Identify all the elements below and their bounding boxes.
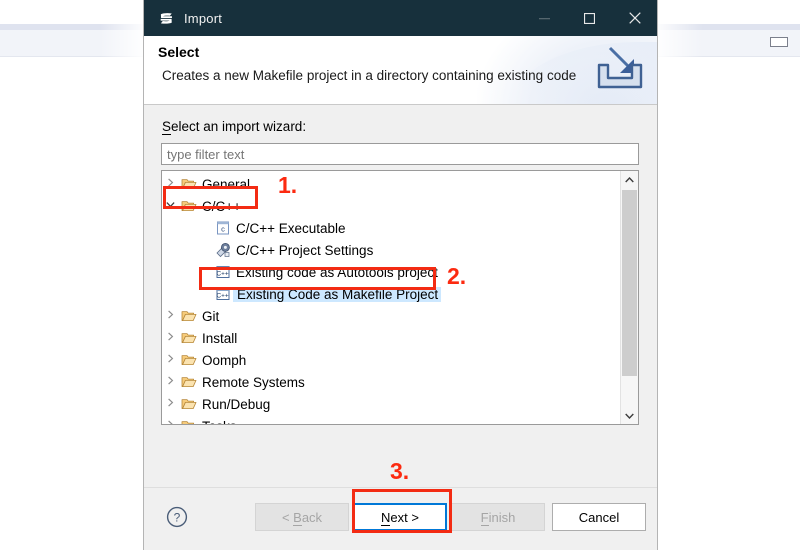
tree-item-label: Oomph	[202, 352, 247, 368]
tree-item-label: Run/Debug	[202, 396, 271, 412]
tree-item-label: Tasks	[199, 419, 237, 425]
dialog-titlebar: Import	[144, 0, 657, 36]
restore-window-icon[interactable]	[770, 37, 788, 47]
tree-item-label: C/C++	[202, 198, 242, 214]
folder-icon	[179, 352, 199, 368]
chevron-right-icon[interactable]	[162, 398, 179, 410]
tree-item-label: General	[202, 176, 251, 192]
import-wizard-dialog: Import Select Creates a new Makefile pro…	[144, 0, 657, 550]
tree-item-label: Git	[202, 308, 220, 324]
finish-button: Finish	[451, 503, 545, 531]
next-button-label: Next >	[381, 509, 419, 526]
filter-input[interactable]	[161, 143, 639, 165]
tree-item-remote-systems[interactable]: Remote Systems	[162, 371, 620, 393]
tree-item-install[interactable]: Install	[162, 327, 620, 349]
import-tray-arrow-icon	[593, 44, 647, 97]
background-dim-left	[100, 0, 145, 550]
wizard-banner: Select Creates a new Makefile project in…	[144, 36, 657, 105]
next-button[interactable]: Next >	[353, 503, 447, 531]
c-file-icon: c	[213, 220, 233, 236]
cancel-button[interactable]: Cancel	[552, 503, 646, 531]
tree-item-run-debug[interactable]: Run/Debug	[162, 393, 620, 415]
chevron-up-icon[interactable]	[621, 171, 638, 188]
svg-text:C++: C++	[217, 293, 229, 300]
tree-item-existing-code-as-makefile-project[interactable]: C++ Existing Code as Makefile Project	[162, 283, 620, 305]
back-button: < Back	[255, 503, 349, 531]
tree-item-label: Existing code as Autotools project	[236, 264, 438, 280]
chevron-right-icon[interactable]	[162, 354, 179, 366]
settings-gear-icon	[213, 242, 233, 258]
tree-item-existing-code-as-autotools-project[interactable]: C++ Existing code as Autotools project	[162, 261, 620, 283]
scrollbar-track[interactable]	[621, 188, 638, 407]
chevron-down-icon[interactable]	[621, 407, 638, 424]
cancel-button-label: Cancel	[578, 509, 620, 525]
tree-item-tasks[interactable]: Tasks	[162, 415, 620, 424]
svg-text:C++: C++	[217, 271, 229, 278]
folder-icon	[179, 176, 199, 192]
page-description: Creates a new Makefile project in a dire…	[162, 68, 577, 83]
folder-open-icon	[179, 198, 199, 214]
svg-text:c: c	[221, 225, 225, 234]
eclipse-import-icon	[155, 11, 177, 26]
tree-item-label: Existing Code as Makefile Project	[233, 286, 442, 302]
chevron-down-icon[interactable]	[162, 200, 179, 212]
import-wizard-tree[interactable]: General C/C++ c C/C++ Executable C/C++ Proje…	[161, 170, 639, 425]
dialog-footer: ? < Back Next > Finish Cancel	[144, 487, 657, 550]
tree-label-mnemonic: S	[162, 119, 172, 135]
folder-icon	[179, 396, 199, 412]
tree-item-c-c-executable[interactable]: c C/C++ Executable	[162, 217, 620, 239]
tree-item-oomph[interactable]: Oomph	[162, 349, 620, 371]
dialog-title: Import	[184, 10, 223, 26]
help-question-icon[interactable]: ?	[166, 506, 188, 533]
window-controls	[522, 0, 657, 36]
chevron-right-icon[interactable]	[162, 376, 179, 388]
chevron-right-icon[interactable]	[162, 310, 179, 322]
back-button-label: < Back	[281, 509, 323, 526]
tree-item-general[interactable]: General	[162, 173, 620, 195]
maximize-icon[interactable]	[567, 0, 612, 36]
background-dim-right	[655, 0, 703, 550]
folder-icon	[179, 374, 199, 390]
tree-label: Select an import wizard:	[162, 119, 307, 135]
tree-item-label: C/C++ Executable	[236, 220, 346, 236]
tree-item-git[interactable]: Git	[162, 305, 620, 327]
folder-icon	[179, 330, 199, 346]
folder-icon	[179, 418, 199, 424]
minimize-icon[interactable]	[522, 0, 567, 36]
scrollbar-thumb[interactable]	[622, 190, 637, 376]
close-icon[interactable]	[612, 0, 657, 36]
tree-vertical-scrollbar[interactable]	[620, 171, 638, 424]
tree-label-text: elect an import wizard:	[171, 119, 307, 134]
dialog-content: Select an import wizard: General C/C++ c C/…	[144, 105, 657, 487]
tree-item-c-c-project-settings[interactable]: C/C++ Project Settings	[162, 239, 620, 261]
tree-item-list[interactable]: General C/C++ c C/C++ Executable C/C++ Proje…	[162, 171, 620, 424]
svg-text:?: ?	[174, 511, 181, 525]
finish-button-label: Finish	[480, 509, 516, 526]
cpp-project-icon: C++	[213, 264, 233, 280]
chevron-right-icon[interactable]	[162, 420, 179, 424]
tree-item-label: C/C++ Project Settings	[236, 242, 374, 258]
chevron-right-icon[interactable]	[162, 332, 179, 344]
cpp-project-icon: C++	[213, 286, 233, 302]
page-title: Select	[158, 44, 200, 60]
tree-item-label: Install	[202, 330, 238, 346]
tree-item-c-c[interactable]: C/C++	[162, 195, 620, 217]
chevron-right-icon[interactable]	[162, 178, 179, 190]
tree-item-label: Remote Systems	[202, 374, 305, 390]
folder-icon	[179, 308, 199, 324]
